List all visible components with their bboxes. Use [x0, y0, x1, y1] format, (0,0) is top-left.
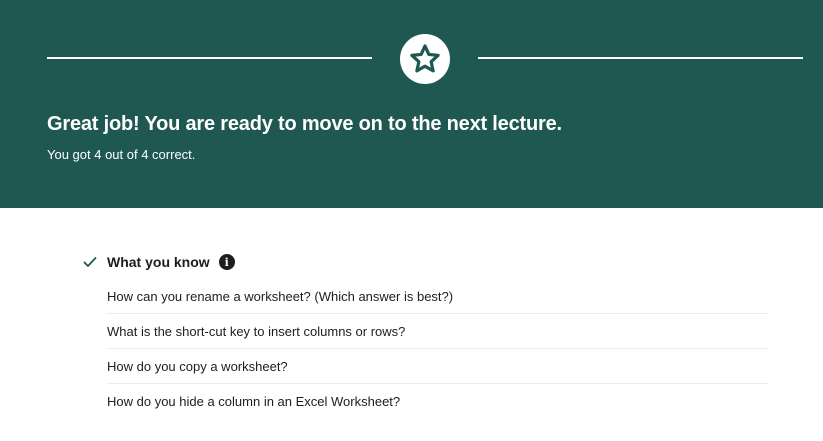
question-item: What is the short-cut key to insert colu… — [107, 314, 768, 349]
section-title: What you know — [107, 254, 210, 270]
score-summary: You got 4 out of 4 correct. — [47, 147, 196, 162]
question-item: How do you hide a column in an Excel Wor… — [107, 394, 401, 409]
question-list: How can you rename a worksheet? (Which a… — [107, 279, 768, 419]
banner-divider-left — [47, 57, 372, 59]
question-item: How do you copy a worksheet? — [107, 349, 768, 384]
info-icon[interactable]: i — [218, 254, 235, 270]
question-item: How can you rename a worksheet? (Which a… — [107, 279, 768, 314]
star-badge — [400, 34, 450, 84]
what-you-know-header: What you know i — [82, 252, 235, 272]
check-icon — [82, 254, 98, 270]
banner-title: Great job! You are ready to move on to t… — [47, 113, 562, 135]
banner-divider-right — [478, 57, 803, 59]
results-banner: Great job! You are ready to move on to t… — [0, 0, 823, 208]
star-icon — [409, 43, 441, 75]
